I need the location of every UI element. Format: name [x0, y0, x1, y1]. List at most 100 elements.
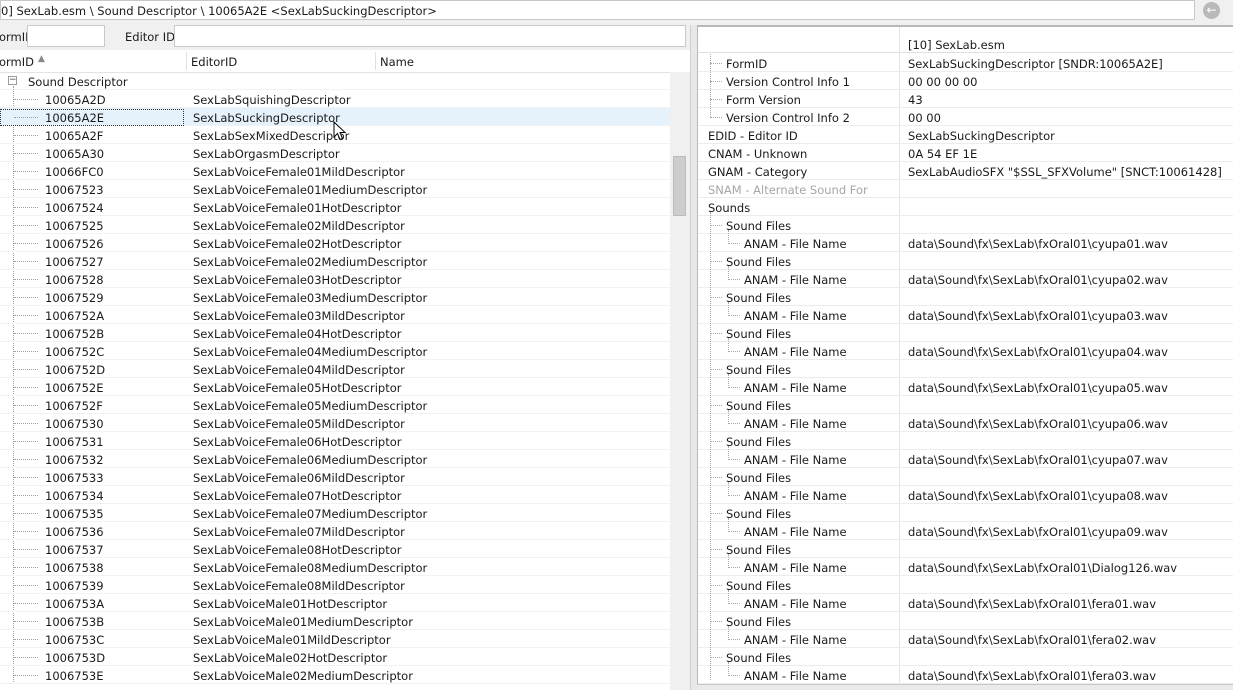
record-row[interactable]: 1006752B SexLabVoiceFemale04HotDescriptor: [0, 324, 670, 342]
detail-row[interactable]: ANAM - File Name data\Sound\fx\SexLab\fxO…: [698, 450, 1233, 468]
tree-branch: [14, 513, 38, 514]
tree-branch: [710, 99, 722, 100]
record-row[interactable]: 1006753C SexLabVoiceMale01MildDescriptor: [0, 630, 670, 648]
detail-row[interactable]: Sound Files: [698, 288, 1233, 306]
record-editorid: SexLabVoiceMale02MediumDescriptor: [193, 669, 413, 683]
detail-value: SexLabAudioSFX "$SSL_SFXVolume" [SNCT:10…: [908, 165, 1222, 179]
detail-row[interactable]: Version Control Info 1 00 00 00 00: [698, 72, 1233, 90]
scrollbar-thumb[interactable]: [673, 156, 686, 216]
column-formid[interactable]: ormID: [0, 55, 34, 69]
detail-row[interactable]: ANAM - File Name data\Sound\fx\SexLab\fxO…: [698, 234, 1233, 252]
record-row[interactable]: 10067531 SexLabVoiceFemale06HotDescriptor: [0, 432, 670, 450]
detail-label: Sound Files: [726, 579, 792, 593]
record-row[interactable]: 1006753B SexLabVoiceMale01MediumDescripto…: [0, 612, 670, 630]
detail-row[interactable]: Version Control Info 2 00 00: [698, 108, 1233, 126]
detail-row[interactable]: ANAM - File Name data\Sound\fx\SexLab\fxO…: [698, 270, 1233, 288]
record-row[interactable]: 10067527 SexLabVoiceFemale02MediumDescrip…: [0, 252, 670, 270]
detail-row[interactable]: Sound Files: [698, 252, 1233, 270]
group-label: Sound Descriptor: [28, 75, 128, 89]
record-row[interactable]: 10065A2D SexLabSquishingDescriptor: [0, 90, 670, 108]
record-row[interactable]: 1006753E SexLabVoiceMale02MediumDescripto…: [0, 666, 670, 684]
record-row[interactable]: 1006752A SexLabVoiceFemale03MildDescripto…: [0, 306, 670, 324]
plugin-column-header: [10] SexLab.esm: [908, 38, 1005, 52]
detail-row[interactable]: Sound Files: [698, 576, 1233, 594]
detail-row[interactable]: ANAM - File Name data\Sound\fx\SexLab\fxO…: [698, 522, 1233, 540]
detail-label: EDID - Editor ID: [708, 129, 798, 143]
tree-branch: [710, 225, 722, 226]
record-row[interactable]: 10067534 SexLabVoiceFemale07HotDescriptor: [0, 486, 670, 504]
tree-branch: [728, 603, 740, 604]
pane-splitter[interactable]: [690, 25, 697, 690]
details-body: FormID SexLabSuckingDescriptor [SNDR:1006…: [698, 54, 1233, 690]
record-row[interactable]: 10067529 SexLabVoiceFemale03MediumDescrip…: [0, 288, 670, 306]
detail-row[interactable]: SNAM - Alternate Sound For: [698, 180, 1233, 198]
group-row-sound-descriptor[interactable]: − Sound Descriptor: [0, 72, 670, 90]
record-row[interactable]: 10067530 SexLabVoiceFemale05MildDescripto…: [0, 414, 670, 432]
record-row[interactable]: 10067537 SexLabVoiceFemale08HotDescriptor: [0, 540, 670, 558]
formid-filter-input[interactable]: [27, 25, 105, 47]
detail-row[interactable]: Sound Files: [698, 612, 1233, 630]
column-name[interactable]: Name: [380, 55, 414, 69]
detail-row[interactable]: Form Version 43: [698, 90, 1233, 108]
record-row[interactable]: 10067523 SexLabVoiceFemale01MediumDescrip…: [0, 180, 670, 198]
record-formid: 10067534: [45, 489, 104, 503]
detail-row[interactable]: Sound Files: [698, 216, 1233, 234]
back-arrow-icon[interactable]: ←: [1203, 2, 1220, 19]
record-row[interactable]: 10065A30 SexLabOrgasmDescriptor: [0, 144, 670, 162]
detail-row[interactable]: ANAM - File Name data\Sound\fx\SexLab\fxO…: [698, 414, 1233, 432]
record-editorid: SexLabVoiceFemale01MediumDescriptor: [193, 183, 428, 197]
collapse-icon[interactable]: −: [8, 76, 17, 85]
detail-row[interactable]: Sound Files: [698, 432, 1233, 450]
record-row[interactable]: 10067528 SexLabVoiceFemale03HotDescriptor: [0, 270, 670, 288]
detail-row[interactable]: Sound Files: [698, 360, 1233, 378]
record-row[interactable]: 1006753A SexLabVoiceMale01HotDescriptor: [0, 594, 670, 612]
detail-row[interactable]: ANAM - File Name data\Sound\fx\SexLab\fxO…: [698, 594, 1233, 612]
horizontal-scrollbar[interactable]: [697, 684, 1233, 690]
record-row[interactable]: 1006752D SexLabVoiceFemale04MildDescripto…: [0, 360, 670, 378]
detail-row[interactable]: ANAM - File Name data\Sound\fx\SexLab\fxO…: [698, 666, 1233, 684]
detail-row[interactable]: ANAM - File Name data\Sound\fx\SexLab\fxO…: [698, 630, 1233, 648]
detail-label: ANAM - File Name: [744, 633, 847, 647]
tree-branch: [14, 243, 38, 244]
detail-row[interactable]: Sound Files: [698, 648, 1233, 666]
record-row[interactable]: 10067538 SexLabVoiceFemale08MediumDescrip…: [0, 558, 670, 576]
record-row[interactable]: 10067535 SexLabVoiceFemale07MediumDescrip…: [0, 504, 670, 522]
record-row[interactable]: 1006752E SexLabVoiceFemale05HotDescriptor: [0, 378, 670, 396]
record-row[interactable]: 1006752F SexLabVoiceFemale05MediumDescrip…: [0, 396, 670, 414]
record-list[interactable]: ormID ▲ EditorID Name − Sound Descriptor 1…: [0, 50, 690, 690]
detail-row[interactable]: ANAM - File Name data\Sound\fx\SexLab\fxO…: [698, 378, 1233, 396]
detail-row[interactable]: FormID SexLabSuckingDescriptor [SNDR:1006…: [698, 54, 1233, 72]
detail-label: Sound Files: [726, 615, 792, 629]
record-row[interactable]: 10066FC0 SexLabVoiceFemale01MildDescripto…: [0, 162, 670, 180]
detail-row[interactable]: ANAM - File Name data\Sound\fx\SexLab\fxO…: [698, 486, 1233, 504]
record-row[interactable]: 10067525 SexLabVoiceFemale02MildDescripto…: [0, 216, 670, 234]
detail-row[interactable]: Sound Files: [698, 324, 1233, 342]
detail-row[interactable]: Sound Files: [698, 468, 1233, 486]
detail-row[interactable]: ANAM - File Name data\Sound\fx\SexLab\fxO…: [698, 342, 1233, 360]
tree-branch: [710, 81, 722, 82]
detail-row[interactable]: Sounds: [698, 198, 1233, 216]
record-row[interactable]: 10067524 SexLabVoiceFemale01HotDescriptor: [0, 198, 670, 216]
record-row[interactable]: 10067536 SexLabVoiceFemale07MildDescripto…: [0, 522, 670, 540]
detail-row[interactable]: CNAM - Unknown 0A 54 EF 1E: [698, 144, 1233, 162]
record-row[interactable]: 10067533 SexLabVoiceFemale06MildDescripto…: [0, 468, 670, 486]
detail-row[interactable]: ANAM - File Name data\Sound\fx\SexLab\fxO…: [698, 306, 1233, 324]
detail-row[interactable]: ANAM - File Name data\Sound\fx\SexLab\fxO…: [698, 558, 1233, 576]
record-list-header: ormID ▲ EditorID Name: [0, 50, 670, 73]
detail-row[interactable]: Sound Files: [698, 540, 1233, 558]
column-editorid[interactable]: EditorID: [191, 55, 237, 69]
tree-line: [728, 230, 729, 244]
detail-row[interactable]: Sound Files: [698, 504, 1233, 522]
detail-row[interactable]: Sound Files: [698, 396, 1233, 414]
record-row[interactable]: 10067532 SexLabVoiceFemale06MediumDescrip…: [0, 450, 670, 468]
detail-row[interactable]: EDID - Editor ID SexLabSuckingDescriptor: [698, 126, 1233, 144]
detail-row[interactable]: GNAM - Category SexLabAudioSFX "$SSL_SFXV…: [698, 162, 1233, 180]
editorid-filter-input[interactable]: [174, 25, 686, 47]
detail-value: 0A 54 EF 1E: [908, 147, 978, 161]
record-row[interactable]: 1006753D SexLabVoiceMale02HotDescriptor: [0, 648, 670, 666]
tree-branch: [14, 423, 38, 424]
path-bar[interactable]: 0] SexLab.esm \ Sound Descriptor \ 10065…: [0, 0, 1195, 20]
record-row[interactable]: 10067539 SexLabVoiceFemale08MildDescripto…: [0, 576, 670, 594]
record-row[interactable]: 1006752C SexLabVoiceFemale04MediumDescrip…: [0, 342, 670, 360]
record-row[interactable]: 10067526 SexLabVoiceFemale02HotDescriptor: [0, 234, 670, 252]
